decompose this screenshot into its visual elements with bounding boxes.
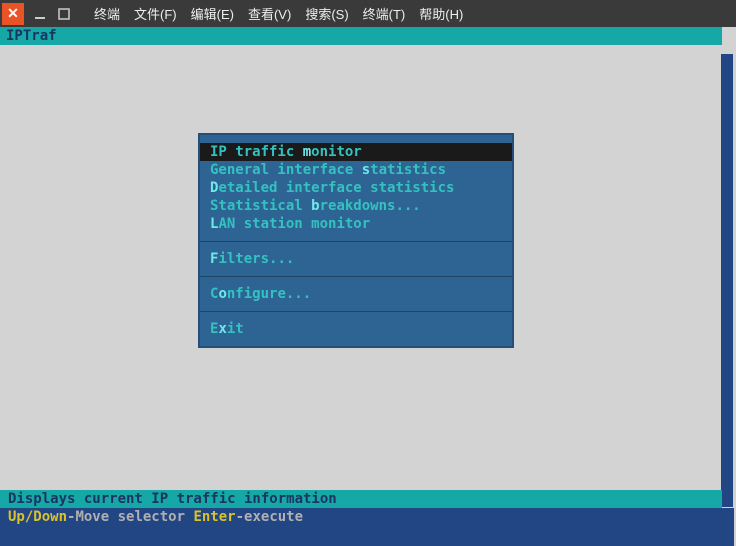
status-help: Up/Down-Move selector Enter-execute — [0, 508, 734, 546]
menu-edit[interactable]: 编辑(E) — [187, 1, 238, 26]
menu-search[interactable]: 搜索(S) — [301, 1, 352, 26]
menu-item-exit[interactable]: Exit — [200, 320, 512, 338]
window-titlebar: ✕ 终端 文件(F) 编辑(E) 查看(V) 搜索(S) 终端(T) 帮助(H) — [0, 0, 736, 27]
maximize-icon[interactable] — [52, 0, 76, 27]
terminal-area: IPTraf IP traffic monitor General interf… — [0, 27, 734, 518]
app-title: IPTraf — [0, 27, 722, 45]
menu-item-statistical-breakdowns[interactable]: Statistical breakdowns... — [200, 197, 512, 215]
separator — [200, 241, 512, 242]
close-icon[interactable]: ✕ — [2, 3, 24, 25]
menu-item-detailed-interface-statistics[interactable]: Detailed interface statistics — [200, 179, 512, 197]
menubar: 终端 文件(F) 编辑(E) 查看(V) 搜索(S) 终端(T) 帮助(H) — [90, 1, 467, 26]
main-menu: IP traffic monitor General interface sta… — [198, 133, 514, 348]
menu-item-ip-traffic-monitor[interactable]: IP traffic monitor — [200, 143, 512, 161]
menu-terminal[interactable]: 终端(T) — [359, 1, 410, 26]
menu-terminal-label[interactable]: 终端 — [90, 1, 124, 26]
minimize-icon[interactable] — [28, 0, 52, 27]
separator — [200, 276, 512, 277]
terminal-main: IP traffic monitor General interface sta… — [0, 45, 722, 463]
terminal-scrollbar[interactable] — [721, 54, 733, 507]
status-description: Displays current IP traffic information — [0, 490, 722, 508]
menu-file[interactable]: 文件(F) — [130, 1, 181, 26]
menu-item-filters[interactable]: Filters... — [200, 250, 512, 268]
menu-item-configure[interactable]: Configure... — [200, 285, 512, 303]
menu-view[interactable]: 查看(V) — [244, 1, 295, 26]
menu-item-lan-station-monitor[interactable]: LAN station monitor — [200, 215, 512, 233]
menu-item-general-interface-statistics[interactable]: General interface statistics — [200, 161, 512, 179]
separator — [200, 311, 512, 312]
menu-help[interactable]: 帮助(H) — [415, 1, 467, 26]
